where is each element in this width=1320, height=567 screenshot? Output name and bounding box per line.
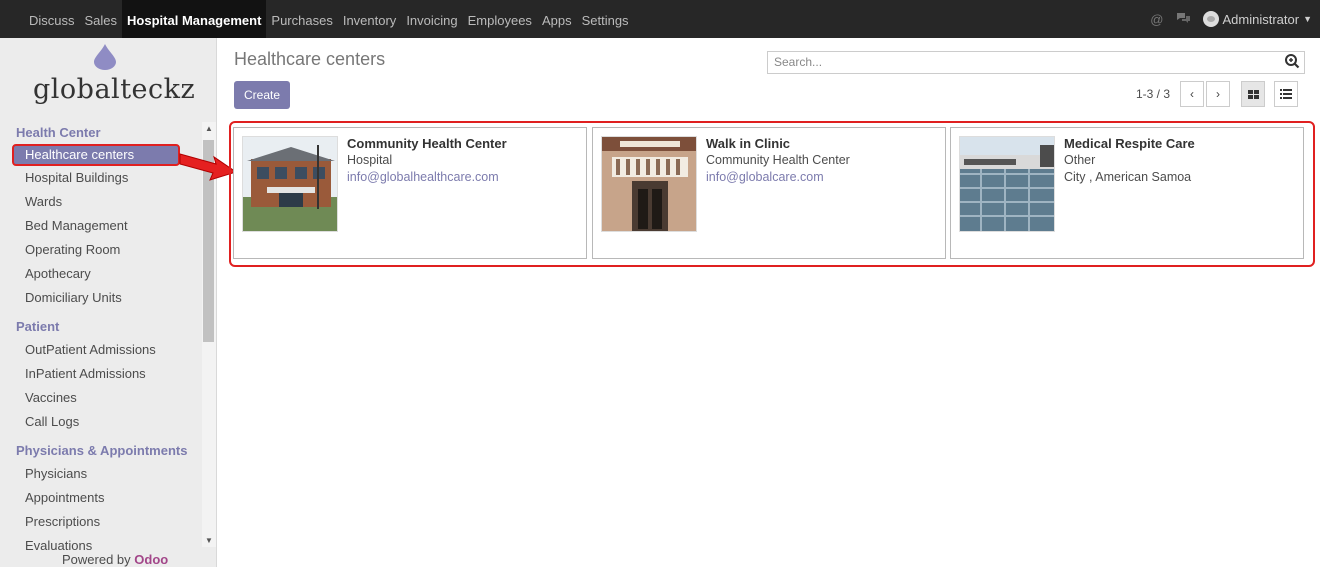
- kanban-card[interactable]: Community Health Center Hospital info@gl…: [233, 127, 587, 259]
- sidebar-item-inpatient-admissions[interactable]: InPatient Admissions: [0, 362, 202, 386]
- sidebar-item-physicians[interactable]: Physicians: [0, 462, 202, 486]
- card-email[interactable]: info@globalcare.com: [706, 169, 850, 186]
- sidebar-item-call-logs[interactable]: Call Logs: [0, 410, 202, 434]
- sidebar-scrollbar[interactable]: ▲ ▼: [202, 122, 216, 547]
- sidebar: globalteckz Health Center Healthcare cen…: [0, 38, 217, 567]
- card-info: Walk in Clinic Community Health Center i…: [706, 136, 850, 186]
- list-view-button[interactable]: [1274, 81, 1298, 107]
- card-type: Community Health Center: [706, 153, 850, 167]
- sidebar-item-hospital-buildings[interactable]: Hospital Buildings: [0, 166, 202, 190]
- community-health-center-photo: [242, 136, 338, 232]
- user-menu[interactable]: Administrator ▼: [1202, 11, 1312, 27]
- sidebar-section-health-center[interactable]: Health Center: [0, 122, 202, 144]
- sidebar-menu: Health Center Healthcare centers Hospita…: [0, 122, 202, 558]
- odoo-link[interactable]: Odoo: [134, 552, 168, 567]
- powered-by: Powered by Odoo: [62, 552, 168, 567]
- sidebar-item-operating-room[interactable]: Operating Room: [0, 238, 202, 262]
- medical-center-photo: [959, 136, 1055, 232]
- scroll-down-arrow-icon[interactable]: ▼: [205, 536, 213, 545]
- page-title: Healthcare centers: [234, 49, 386, 69]
- sidebar-item-prescriptions[interactable]: Prescriptions: [0, 510, 202, 534]
- create-button[interactable]: Create: [234, 81, 290, 109]
- chat-bubbles-icon[interactable]: [1176, 12, 1191, 27]
- pager-next-button[interactable]: ›: [1206, 81, 1230, 107]
- logo-wordmark: globalteckz: [33, 74, 196, 105]
- sidebar-item-bed-management[interactable]: Bed Management: [0, 214, 202, 238]
- card-name[interactable]: Medical Respite Care: [1064, 136, 1195, 152]
- sidebar-section-patient[interactable]: Patient: [0, 316, 202, 338]
- sidebar-item-outpatient-admissions[interactable]: OutPatient Admissions: [0, 338, 202, 362]
- kanban-grid-icon: [1247, 90, 1259, 99]
- top-menu-invoicing[interactable]: Invoicing: [401, 0, 462, 38]
- top-menu: Discuss Sales Hospital Management Purcha…: [0, 0, 634, 38]
- chevron-right-icon: ›: [1216, 87, 1220, 101]
- sidebar-item-domiciliary-units[interactable]: Domiciliary Units: [0, 286, 202, 310]
- at-mention-icon[interactable]: @: [1150, 12, 1163, 27]
- powered-by-label: Powered by: [62, 552, 131, 567]
- top-menu-settings[interactable]: Settings: [577, 0, 634, 38]
- user-name: Administrator: [1222, 11, 1300, 27]
- top-menu-inventory[interactable]: Inventory: [338, 0, 401, 38]
- search-icon[interactable]: [1284, 53, 1300, 69]
- kanban-card[interactable]: Medical Respite Care Other City , Americ…: [950, 127, 1304, 259]
- sidebar-item-wards[interactable]: Wards: [0, 190, 202, 214]
- kanban-card[interactable]: Walk in Clinic Community Health Center i…: [592, 127, 946, 259]
- pager-previous-button[interactable]: ‹: [1180, 81, 1204, 107]
- walk-in-clinic-photo: [601, 136, 697, 232]
- kanban-view-button[interactable]: [1241, 81, 1265, 107]
- sidebar-item-appointments[interactable]: Appointments: [0, 486, 202, 510]
- chevron-left-icon: ‹: [1190, 87, 1194, 101]
- sidebar-item-apothecary[interactable]: Apothecary: [0, 262, 202, 286]
- top-navbar: Discuss Sales Hospital Management Purcha…: [0, 0, 1320, 38]
- sidebar-section-physicians-appointments[interactable]: Physicians & Appointments: [0, 440, 202, 462]
- card-info: Medical Respite Care Other City , Americ…: [1064, 136, 1195, 186]
- top-menu-hospital-management[interactable]: Hospital Management: [122, 0, 267, 38]
- avatar: [1202, 11, 1219, 27]
- top-menu-sales[interactable]: Sales: [80, 0, 123, 38]
- pager-value[interactable]: 1-3 / 3: [1136, 87, 1170, 101]
- search-placeholder: Search...: [774, 55, 823, 69]
- scroll-up-arrow-icon[interactable]: ▲: [205, 124, 213, 133]
- list-icon: [1280, 89, 1292, 99]
- card-email[interactable]: info@globalhealthcare.com: [347, 169, 507, 186]
- company-logo[interactable]: globalteckz: [0, 38, 217, 118]
- sidebar-item-healthcare-centers[interactable]: Healthcare centers: [12, 144, 180, 166]
- card-location: City , American Samoa: [1064, 170, 1192, 184]
- card-info: Community Health Center Hospital info@gl…: [347, 136, 507, 186]
- top-right-area: @ Administrator ▼: [1150, 0, 1312, 38]
- sidebar-item-vaccines[interactable]: Vaccines: [0, 386, 202, 410]
- card-name[interactable]: Community Health Center: [347, 136, 507, 152]
- search-input[interactable]: Search...: [767, 51, 1305, 74]
- caret-down-icon: ▼: [1303, 14, 1312, 24]
- card-type: Other: [1064, 153, 1096, 167]
- card-type: Hospital: [347, 153, 393, 167]
- top-menu-employees[interactable]: Employees: [463, 0, 537, 38]
- water-drop-logo-icon: [94, 44, 116, 70]
- card-name[interactable]: Walk in Clinic: [706, 136, 850, 152]
- top-menu-apps[interactable]: Apps: [537, 0, 577, 38]
- top-menu-discuss[interactable]: Discuss: [24, 0, 80, 38]
- top-menu-purchases[interactable]: Purchases: [266, 0, 337, 38]
